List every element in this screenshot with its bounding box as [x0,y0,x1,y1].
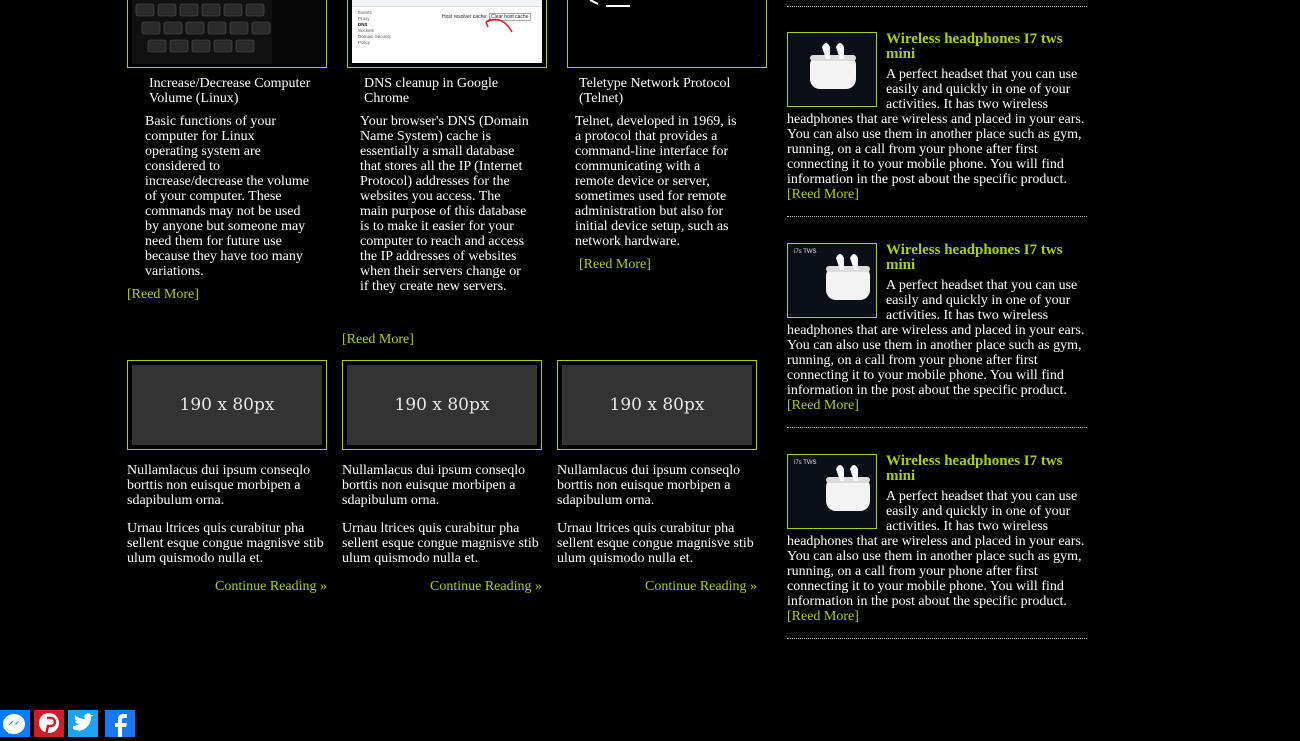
thumb-menu: Events Proxy DNS Sockets Domain Security… [358,10,392,45]
thumb-dot: . [758,52,761,58]
sidebar-post-text: A perfect headset that you can use easil… [787,67,1085,187]
article-title-dns[interactable]: DNS cleanup in Google Chrome [364,76,534,106]
article-thumbnail-keyboard[interactable] [127,0,327,68]
read-more-link[interactable]: [Reed More] [787,609,859,624]
read-more-link[interactable]: [Reed More] [579,257,651,272]
article-excerpt-telnet: Telnet, developed in 1969, is a protocol… [575,114,737,249]
placeholder-paragraph: Nullamlacus dui ipsum conseqlo borttis n… [557,463,741,508]
browser-toolbar [352,0,542,7]
continue-reading-link[interactable]: Continue Reading » [557,579,757,594]
placeholder-paragraph: Urnau ltrices quis curabitur pha sellent… [342,521,539,566]
sidebar-post-text: A perfect headset that you can use easil… [787,489,1085,609]
messenger-icon[interactable] [0,710,30,737]
sidebar-post-title[interactable]: Wireless headphones I7 tws mini [886,32,1086,62]
thumb-label: i7s TWS [794,460,817,466]
placeholder-label: 190 x 80px [562,365,752,445]
continue-reading-link[interactable]: Continue Reading » [342,579,542,594]
read-more-link[interactable]: [Reed More] [342,332,414,347]
placeholder-image[interactable]: 190 x 80px [557,360,757,450]
sidebar-post-title[interactable]: Wireless headphones I7 tws mini [886,243,1086,273]
red-arrow-icon [485,18,513,33]
placeholder-paragraph: Urnau ltrices quis curabitur pha sellent… [557,521,754,566]
article-excerpt-volume: Basic functions of your computer for Lin… [145,114,310,279]
placeholder-label: 190 x 80px [347,365,537,445]
read-more-link[interactable]: [Reed More] [787,187,859,202]
continue-reading-link[interactable]: Continue Reading » [127,579,327,594]
sidebar-divider [787,638,1087,639]
sidebar-post-text: A perfect headset that you can use easil… [787,278,1085,398]
thumb-label: i7s TWS [794,249,817,255]
sidebar-post-title[interactable]: Wireless headphones I7 tws mini [886,454,1086,484]
pinterest-icon[interactable] [34,710,64,737]
read-more-link[interactable]: [Reed More] [787,398,859,413]
article-thumbnail-chrome-dns[interactable]: Events Proxy DNS Sockets Domain Security… [347,0,547,68]
sidebar-divider [787,216,1087,217]
article-excerpt-dns: Your browser's DNS (Domain Name System) … [360,114,529,294]
article-title-volume[interactable]: Increase/Decrease Computer Volume (Linux… [149,76,314,106]
twitter-icon[interactable] [68,710,98,737]
placeholder-paragraph: Nullamlacus dui ipsum conseqlo borttis n… [342,463,526,508]
article-title-telnet[interactable]: Teletype Network Protocol (Telnet) [579,76,749,106]
sidebar-divider [787,6,1087,7]
placeholder-paragraph: Urnau ltrices quis curabitur pha sellent… [127,521,324,566]
read-more-link[interactable]: [Reed More] [127,287,199,302]
keyboard-image [132,0,324,64]
facebook-icon[interactable] [105,710,135,737]
terminal-prompt-icon [589,0,630,7]
sidebar-divider [787,427,1087,428]
placeholder-paragraph: Nullamlacus dui ipsum conseqlo borttis n… [127,463,311,508]
placeholder-image[interactable]: 190 x 80px [127,360,327,450]
article-thumbnail-telnet[interactable]: . [567,0,767,68]
placeholder-label: 190 x 80px [132,365,322,445]
placeholder-image[interactable]: 190 x 80px [342,360,542,450]
